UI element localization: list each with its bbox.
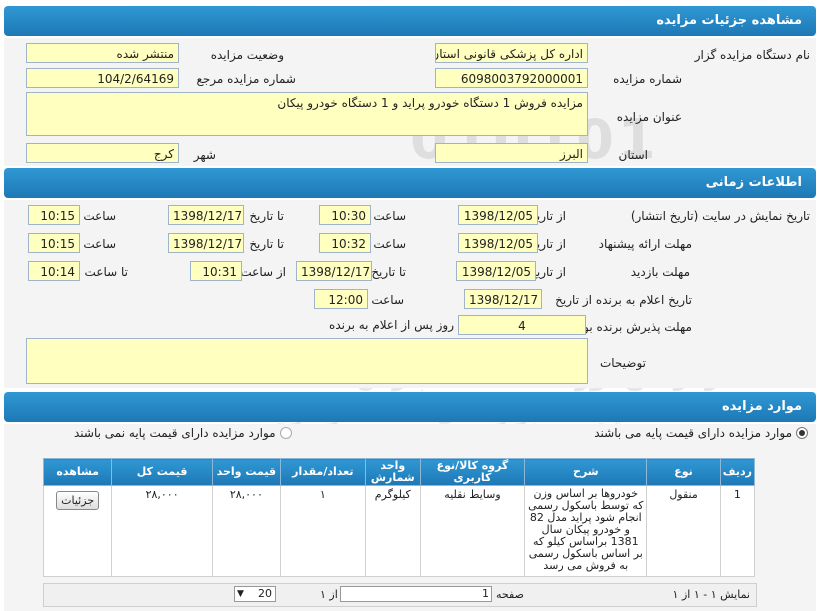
pager-page-label: صفحه <box>496 588 524 601</box>
radio-no-base-price[interactable]: موارد مزایده دارای قیمت پایه نمی باشند <box>74 426 292 440</box>
radio1-label: موارد مزایده دارای قیمت پایه می باشند <box>594 426 792 440</box>
subject-label: عنوان مزایده <box>616 110 682 124</box>
cell-unit: کیلوگرم <box>364 485 421 577</box>
col-desc: شرح <box>524 458 648 486</box>
r2-from-field[interactable]: 1398/12/05 <box>458 233 538 253</box>
r2-to-field[interactable]: 1398/12/17 <box>168 233 244 253</box>
r3-from-field[interactable]: 1398/12/05 <box>456 261 536 281</box>
col-unit: واحد شمارش <box>364 458 421 486</box>
col-total: قیمت کل <box>111 458 213 486</box>
publish-date-label: تاریخ نمایش در سایت (تاریخ انتشار) <box>630 209 810 223</box>
cell-unit-price: ۲۸,۰۰۰ <box>211 485 281 577</box>
cell-index: 1 <box>719 485 756 577</box>
r3-tfrom-label: از ساعت <box>240 265 286 279</box>
r2-time2-label: ساعت <box>83 237 116 251</box>
r3-tfrom-field[interactable]: 10:31 <box>190 261 242 281</box>
cell-type: منقول <box>646 485 721 577</box>
col-qty: تعداد/مقدار <box>279 458 366 486</box>
visit-deadline-label: مهلت بازدید <box>630 265 690 279</box>
radio-selected-icon <box>796 427 808 439</box>
cell-action: جزئیات <box>42 485 113 577</box>
table-row: 1 منقول خودروها بر اساس وزن که توسط باسک… <box>42 485 756 577</box>
r1-time2-label: ساعت <box>83 209 116 223</box>
r1-to-field[interactable]: 1398/12/17 <box>168 205 244 225</box>
pager-page-input[interactable]: 1 <box>340 586 492 602</box>
r5-field[interactable]: 4 <box>458 315 586 335</box>
pager-of-label: از ۱ <box>320 588 338 601</box>
col-index: ردیف <box>719 458 756 486</box>
winner-accept-label: مهلت پذیرش برنده بودن <box>569 320 692 334</box>
status-label: وضعیت مزایده <box>210 48 284 62</box>
r1-time-label: ساعت <box>373 209 406 223</box>
city-field[interactable]: کرج <box>26 143 179 163</box>
ref-label: شماره مزایده مرجع <box>196 72 296 86</box>
radio2-label: موارد مزایده دارای قیمت پایه نمی باشند <box>74 426 276 440</box>
r2-to-label: تا تاریخ <box>249 237 284 251</box>
r1-from-field[interactable]: 1398/12/05 <box>458 205 538 225</box>
city-label: شهر <box>193 148 216 162</box>
cell-total: ۲۸,۰۰۰ <box>111 485 213 577</box>
number-field[interactable]: 6098003792000001 <box>435 68 588 88</box>
r4-time-field[interactable]: 12:00 <box>314 289 368 309</box>
r2-time-field[interactable]: 10:32 <box>319 233 371 253</box>
org-field[interactable]: اداره کل پزشکی قانونی استان البرز <box>435 43 588 63</box>
cell-desc: خودروها بر اساس وزن که توسط باسکول رسمی … <box>524 485 648 577</box>
pager-summary: نمایش ۱ - ۱ از ۱ <box>672 588 750 601</box>
timing-header: اطلاعات زمانی <box>4 168 816 198</box>
r2-time2-field[interactable]: 10:15 <box>28 233 80 253</box>
pager: نمایش ۱ - ۱ از ۱ صفحه 1 از ۱ ▼ 20 <box>43 583 757 607</box>
col-group: گروه کالا/نوع کاربری <box>419 458 526 486</box>
winner-announce-label: تاریخ اعلام به برنده <box>595 293 692 307</box>
r3-to-field[interactable]: 1398/12/17 <box>296 261 372 281</box>
items-title: موارد مزایده <box>722 399 802 414</box>
cell-qty: ۱ <box>279 485 366 577</box>
r3-tto-label: تا ساعت <box>84 265 128 279</box>
items-header: موارد مزایده <box>4 392 816 422</box>
chevron-down-icon: ▼ <box>237 589 244 599</box>
items-table: ردیف نوع شرح گروه کالا/نوع کاربری واحد ش… <box>42 458 756 577</box>
r5-suffix: روز پس از اعلام به برنده <box>329 318 454 332</box>
radio-unselected-icon <box>279 427 292 439</box>
offer-deadline-label: مهلت ارائه پیشنهاد <box>598 237 692 251</box>
number-label: شماره مزایده <box>613 72 682 86</box>
r1-time2-field[interactable]: 10:15 <box>28 205 80 225</box>
r1-time-field[interactable]: 10:30 <box>319 205 371 225</box>
r2-time-label: ساعت <box>373 237 406 251</box>
r3-tto-field[interactable]: 10:14 <box>28 261 80 281</box>
col-view: مشاهده <box>42 458 113 486</box>
subject-field[interactable]: مزایده فروش 1 دستگاه خودرو پراید و 1 دست… <box>26 92 588 136</box>
r4-time-label: ساعت <box>371 293 404 307</box>
page-header: مشاهده جزئیات مزایده <box>4 6 816 36</box>
col-type: نوع <box>646 458 721 486</box>
r1-to-label: تا تاریخ <box>249 209 284 223</box>
radio-has-base-price[interactable]: موارد مزایده دارای قیمت پایه می باشند <box>594 426 808 440</box>
r4-from-label: از تاریخ <box>555 293 592 307</box>
page-title: مشاهده جزئیات مزایده <box>656 13 802 28</box>
page-size-value: 20 <box>258 587 272 600</box>
province-field[interactable]: البرز <box>435 143 588 163</box>
r4-from-field[interactable]: 1398/12/17 <box>464 289 542 309</box>
notes-label: توضیحات <box>599 356 646 370</box>
cell-group: وسایط نقلیه <box>419 485 526 577</box>
timing-title: اطلاعات زمانی <box>705 175 802 190</box>
col-unit-price: قیمت واحد <box>211 458 281 486</box>
notes-field[interactable] <box>26 338 588 384</box>
org-label: نام دستگاه مزایده گزار <box>694 48 810 62</box>
page-size-select[interactable]: ▼ 20 <box>234 586 276 602</box>
ref-field[interactable]: 104/2/64169 <box>26 68 179 88</box>
r3-to-label: تا تاریخ <box>371 265 406 279</box>
province-label: استان <box>618 148 648 162</box>
table-header-row: ردیف نوع شرح گروه کالا/نوع کاربری واحد ش… <box>42 458 756 486</box>
status-field[interactable]: منتشر شده <box>26 43 179 63</box>
details-button[interactable]: جزئیات <box>56 491 100 510</box>
